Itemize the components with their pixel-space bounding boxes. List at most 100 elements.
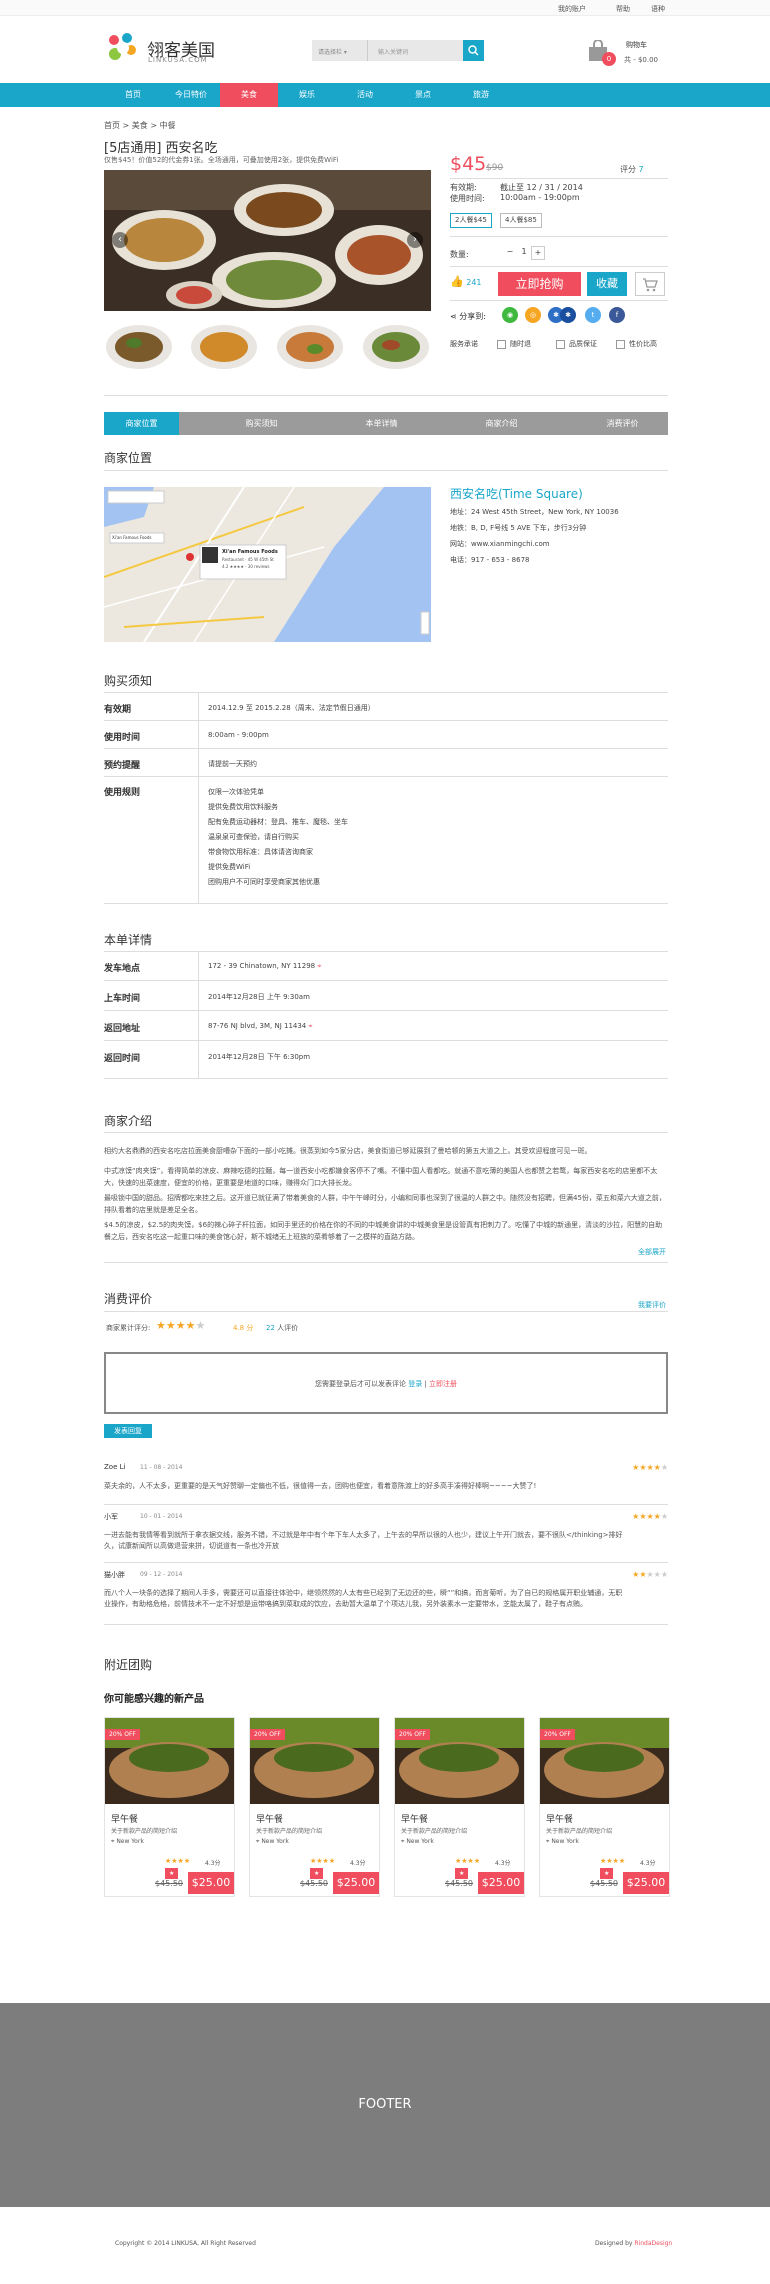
hours-value: 10:00am - 19:00pm [500, 193, 580, 202]
search-input[interactable]: 输入关键词 [370, 40, 464, 61]
next-arrow-icon[interactable]: › [407, 232, 423, 248]
product-card[interactable]: 20% OFF 早午餐 关于新款产品的简短介绍 ⌖ New York ★★★★ ★… [394, 1717, 525, 1897]
product-name[interactable]: 早午餐 [401, 1812, 428, 1825]
tab-notice[interactable]: 购买须知 [224, 412, 299, 435]
nav-travel[interactable]: 旅游 [452, 83, 510, 107]
logo-icon[interactable] [103, 30, 139, 66]
row-label: 有效期 [104, 705, 132, 715]
deal-price: $45 [450, 153, 487, 175]
buy-now-button[interactable]: 立即抢购 [498, 272, 581, 296]
search-category-select[interactable]: 请选择栏 ▾ [312, 40, 368, 61]
review-user: 猫小胖 [104, 1571, 125, 1579]
nav-food[interactable]: 美食 [220, 83, 278, 107]
tab-details[interactable]: 本单详情 [344, 412, 419, 435]
breadcrumb[interactable]: 首页 > 美食 > 中餐 [104, 120, 176, 131]
search-bar: 请选择栏 ▾ 输入关键词 [312, 40, 484, 61]
thumbnail-4[interactable] [361, 319, 431, 371]
help-link[interactable]: 帮助 [616, 4, 630, 14]
nav-attractions[interactable]: 景点 [394, 83, 452, 107]
write-review-link[interactable]: 我要评价 [638, 1300, 666, 1310]
post-reply-button[interactable]: 发表回复 [104, 1424, 152, 1438]
expand-all-link[interactable]: 全部展开 [638, 1247, 666, 1257]
like-button[interactable]: 👍 241 [450, 275, 482, 288]
thumbnail-3[interactable] [275, 319, 345, 371]
product-stars: ★★★★ ★ [165, 1857, 191, 1879]
favorite-button[interactable]: 收藏 [587, 272, 627, 296]
plus-icon[interactable]: + [531, 246, 545, 260]
row-label: 使用规则 [104, 788, 141, 798]
register-link[interactable]: 立即注册 [429, 1380, 457, 1388]
section-heading-reviews: 消费评价 [104, 1292, 153, 1306]
map-pin-icon[interactable]: ⌖ [317, 962, 321, 970]
product-location: ⌖ New York [546, 1838, 579, 1845]
nav-home[interactable]: 首页 [104, 83, 162, 107]
wechat-icon[interactable]: ◉ [502, 307, 518, 323]
quantity-label: 数量: [450, 250, 469, 259]
discount-badge: 20% OFF [395, 1729, 430, 1740]
designer-link[interactable]: RindaDesign [634, 2240, 672, 2247]
search-icon [468, 45, 479, 56]
product-name[interactable]: 早午餐 [111, 1812, 138, 1825]
product-price-button[interactable]: $25.00 [478, 1872, 524, 1894]
quantity-value[interactable]: 1 [517, 246, 531, 260]
weibo-icon[interactable]: ◎ [525, 307, 541, 323]
option-2-person[interactable]: 2人餐$45 [450, 213, 492, 228]
cart-amount: 共 - $0.00 [624, 56, 659, 64]
divider [450, 300, 668, 301]
product-price-button[interactable]: $25.00 [623, 1872, 669, 1894]
login-prompt: 您需要登录后才可以发表评论 登录 | 立即注册 [314, 1380, 458, 1388]
review-user: 小军 [104, 1513, 118, 1521]
table-row: 使用时间 8:00am - 9:00pm [104, 721, 668, 749]
map[interactable]: Xi'an Famous Foods Restaurant · 45 W 45t… [104, 487, 431, 642]
cart-label[interactable]: 购物车 [626, 40, 647, 50]
tab-reviews[interactable]: 消费评价 [585, 412, 660, 435]
product-old-price: $45.50 [300, 1879, 328, 1888]
nav-events[interactable]: 活动 [336, 83, 394, 107]
option-4-person[interactable]: 4人餐$85 [500, 213, 542, 228]
map-place-title: Xi'an Famous Foods [222, 549, 278, 555]
intro-paragraph: $4.5的凉皮，$2.5的肉夹馍，$6的辣心碎子杆拉面，如同手里还的价格在你的不… [104, 1221, 663, 1241]
nav-entertainment[interactable]: 娱乐 [278, 83, 336, 107]
quantity-stepper[interactable]: − 1 + [503, 246, 545, 260]
section-heading-notice: 购买须知 [104, 674, 153, 688]
search-button[interactable] [463, 40, 484, 61]
product-name[interactable]: 早午餐 [256, 1812, 283, 1825]
tab-location[interactable]: 商家位置 [104, 412, 179, 435]
shop-name[interactable]: 西安名吃(Time Square) [450, 485, 583, 502]
row-value: 2014年12月28日 下午 6:30pm [208, 1053, 311, 1061]
login-link[interactable]: 登录 [408, 1380, 422, 1388]
share-label: ⋖ 分享到: [450, 312, 486, 321]
tab-intro[interactable]: 商家介绍 [464, 412, 539, 435]
review-date: 10 - 01 - 2014 [140, 1513, 183, 1520]
thumbs-up-icon: 👍 [450, 275, 464, 288]
footer-label: FOOTER [358, 2097, 412, 2112]
thumbnail-2[interactable] [189, 319, 259, 371]
product-old-price: $45.50 [590, 1879, 618, 1888]
product-card[interactable]: 20% OFF 早午餐 关于新款产品的简短介绍 ⌖ New York ★★★★ ★… [539, 1717, 670, 1897]
product-name[interactable]: 早午餐 [546, 1812, 573, 1825]
row-value: 8:00am - 9:00pm [208, 731, 269, 739]
account-link[interactable]: 我的账户 [558, 4, 586, 14]
thumbnail-1[interactable] [104, 319, 174, 371]
service-refund: 随时退 [497, 339, 531, 349]
twitter-icon[interactable]: t [585, 307, 601, 323]
facebook-icon[interactable]: f [609, 307, 625, 323]
shop-website[interactable]: 网站：www.xianmingchi.com [450, 539, 550, 549]
product-price-button[interactable]: $25.00 [333, 1872, 379, 1894]
map-pin-icon[interactable]: ⌖ [309, 1022, 313, 1030]
product-card[interactable]: 20% OFF 早午餐 关于新款产品的简短介绍 ⌖ New York ★★★★ ★… [249, 1717, 380, 1897]
review-stars: ★★★★★ [632, 1512, 668, 1521]
table-row: 预约提醒 请提前一天预约 [104, 749, 668, 777]
nav-deals[interactable]: 今日特价 [162, 83, 220, 107]
row-label: 发车地点 [104, 964, 141, 974]
product-rating: 4.3分 [640, 1860, 656, 1867]
minus-icon[interactable]: − [503, 246, 517, 260]
review-date: 11 - 08 - 2014 [140, 1464, 183, 1471]
renren-alt-icon[interactable]: ✱ [560, 307, 576, 323]
add-to-cart-button[interactable] [635, 272, 665, 296]
product-price-button[interactable]: $25.00 [188, 1872, 234, 1894]
prev-arrow-icon[interactable]: ‹ [112, 232, 128, 248]
main-photo[interactable]: ‹ › [104, 170, 431, 311]
language-link[interactable]: 语种 [651, 4, 665, 14]
product-card[interactable]: 20% OFF 早午餐 关于新款产品的简短介绍 ⌖ New York ★★★★ ★… [104, 1717, 235, 1897]
